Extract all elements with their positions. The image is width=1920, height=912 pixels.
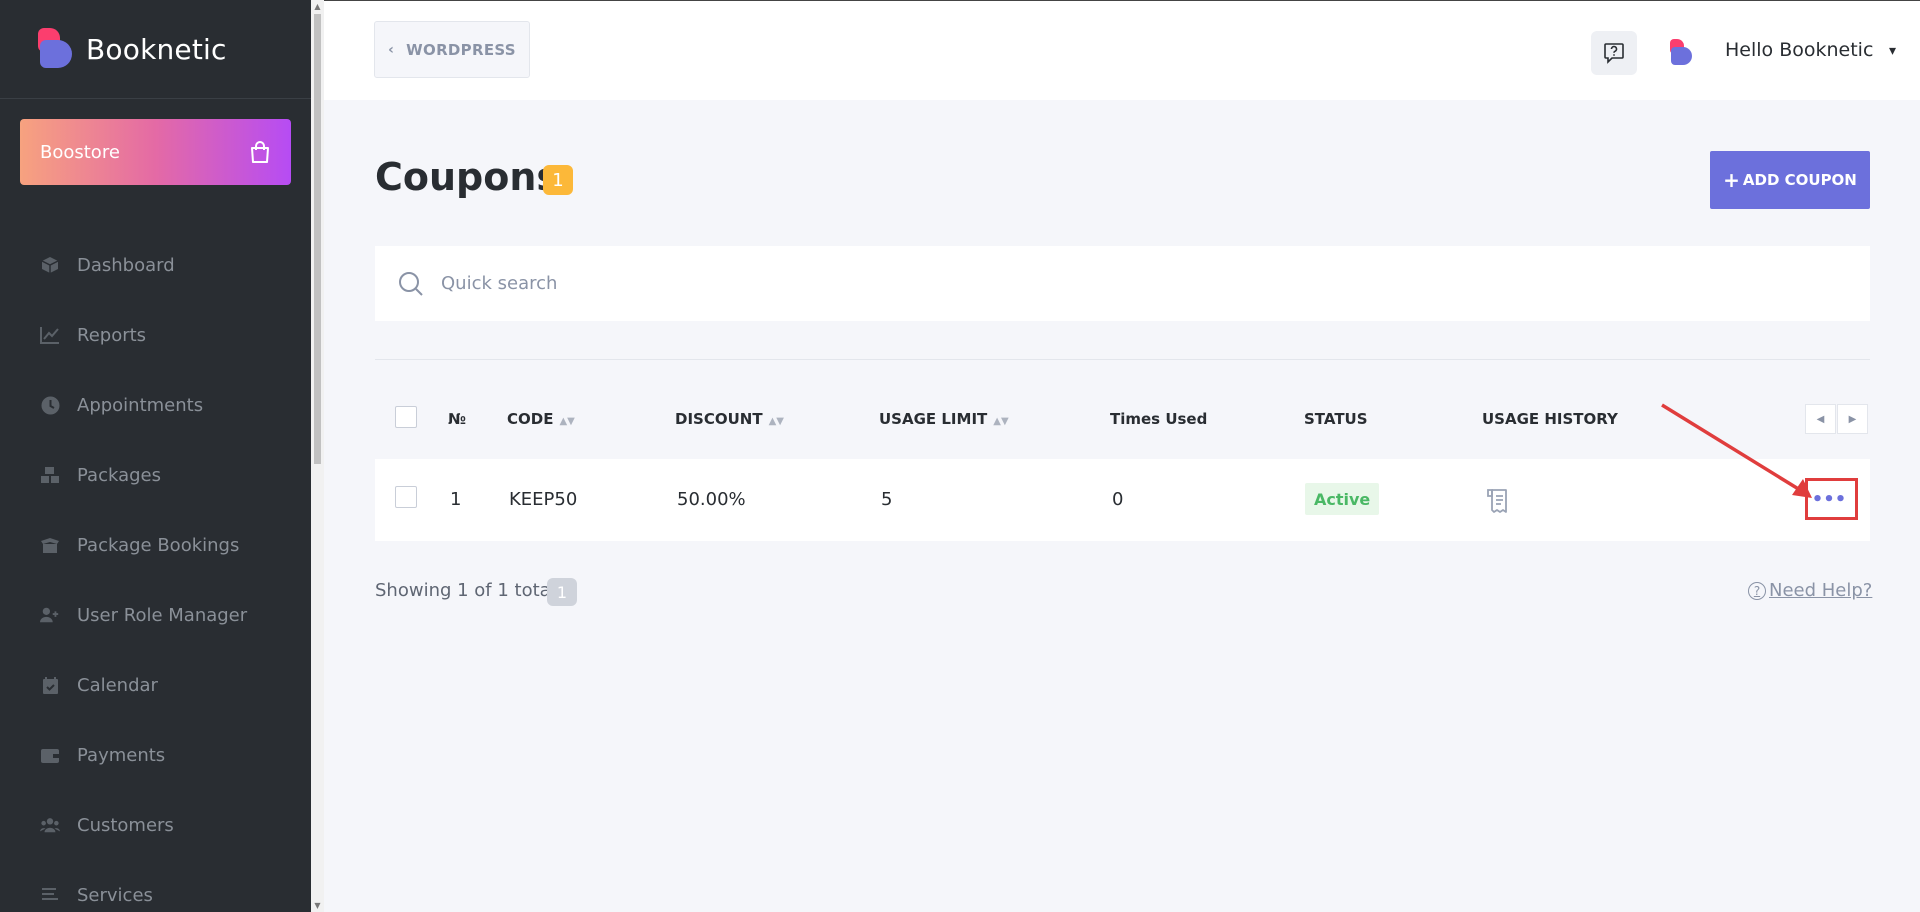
sidebar-item-label: Services — [77, 884, 153, 906]
chevron-down-icon[interactable]: ▾ — [1889, 43, 1896, 59]
sidebar-item-appointments[interactable]: Appointments — [0, 370, 311, 440]
sidebar-item-payments[interactable]: Payments — [0, 720, 311, 790]
column-header-label: USAGE LIMIT — [879, 410, 988, 428]
boxes-icon — [40, 465, 60, 485]
user-avatar[interactable] — [1670, 39, 1692, 65]
search-icon — [399, 271, 423, 296]
caret-right-icon: ▶ — [1848, 413, 1857, 425]
brand-name: Booknetic — [86, 32, 227, 66]
add-coupon-button[interactable]: + ADD COUPON — [1710, 151, 1870, 209]
sidebar-item-label: Reports — [77, 324, 147, 346]
top-bar: ‹ WORDPRESS Hello Booknetic ▾ — [324, 0, 1920, 100]
column-header-usage-history: USAGE HISTORY — [1482, 410, 1618, 428]
sort-icon: ▲▼ — [768, 416, 784, 427]
boostore-button[interactable]: Boostore — [20, 119, 291, 185]
sidebar-item-label: Calendar — [77, 674, 158, 696]
status-badge: Active — [1305, 483, 1380, 515]
sidebar-scrollbar[interactable]: ▲ ▼ — [311, 0, 324, 912]
cell-code: KEEP50 — [509, 489, 578, 510]
sidebar-item-label: User Role Manager — [77, 604, 248, 626]
user-plus-icon — [40, 605, 60, 625]
sidebar-item-reports[interactable]: Reports — [0, 300, 311, 370]
scroll-up-arrow-icon[interactable]: ▲ — [313, 2, 322, 11]
sidebar-item-calendar[interactable]: Calendar — [0, 650, 311, 720]
divider — [375, 359, 1870, 360]
column-header-usage-limit[interactable]: USAGE LIMIT ▲▼ — [879, 410, 1009, 428]
help-chat-button[interactable] — [1591, 31, 1637, 75]
pagination-summary: Showing 1 of 1 total — [375, 580, 556, 601]
add-coupon-label: ADD COUPON — [1742, 171, 1857, 189]
sidebar-nav: Dashboard Reports Appointments Packages … — [0, 230, 311, 912]
shopping-bag-icon — [251, 141, 269, 163]
cell-num: 1 — [450, 489, 462, 510]
select-all-checkbox[interactable] — [395, 406, 417, 428]
chart-line-icon — [40, 325, 60, 345]
plus-icon: + — [1723, 168, 1740, 192]
back-to-wordpress-label: WORDPRESS — [406, 40, 516, 59]
sort-icon: ▲▼ — [993, 416, 1009, 427]
sidebar-item-label: Payments — [77, 744, 166, 766]
question-chat-icon — [1604, 43, 1624, 64]
column-header-code[interactable]: CODE ▲▼ — [507, 410, 575, 428]
sidebar-item-label: Packages — [77, 464, 161, 486]
cell-times-used: 0 — [1112, 489, 1124, 510]
sidebar-item-services[interactable]: Services — [0, 860, 311, 912]
scroll-down-arrow-icon[interactable]: ▼ — [313, 901, 322, 910]
search-bar — [375, 246, 1870, 321]
sidebar-item-customers[interactable]: Customers — [0, 790, 311, 860]
column-header-label: DISCOUNT — [675, 410, 763, 428]
brand[interactable]: Booknetic — [0, 0, 311, 99]
sidebar-item-label: Customers — [77, 814, 174, 836]
receipt-icon[interactable] — [1486, 487, 1512, 515]
need-help-label: Need Help? — [1769, 580, 1873, 601]
row-checkbox[interactable] — [395, 486, 417, 508]
scroll-right-button[interactable]: ▶ — [1837, 404, 1868, 434]
scroll-thumb[interactable] — [314, 14, 321, 464]
question-circle-icon: ? — [1748, 581, 1766, 600]
booknetic-logo-icon — [38, 28, 72, 70]
wallet-icon — [40, 745, 60, 765]
user-menu-name[interactable]: Hello Booknetic — [1725, 39, 1873, 61]
sidebar-item-label: Appointments — [77, 394, 204, 416]
back-to-wordpress-button[interactable]: ‹ WORDPRESS — [374, 21, 530, 78]
need-help-link[interactable]: ? Need Help? — [1748, 580, 1872, 601]
page-title: Coupons — [375, 155, 560, 199]
annotation-arrow-icon — [1661, 403, 1812, 498]
page-number-button[interactable]: 1 — [547, 578, 577, 606]
search-input[interactable] — [441, 273, 1741, 294]
sidebar-item-user-role-manager[interactable]: User Role Manager — [0, 580, 311, 650]
sidebar: Booknetic Boostore Dashboard Reports App… — [0, 0, 311, 912]
sort-icon: ▲▼ — [559, 416, 575, 427]
sidebar-item-package-bookings[interactable]: Package Bookings — [0, 510, 311, 580]
column-header-discount[interactable]: DISCOUNT ▲▼ — [675, 410, 784, 428]
column-header-num: № — [448, 410, 467, 428]
calendar-check-icon — [40, 675, 60, 695]
box-open-icon — [40, 535, 60, 555]
clock-icon — [40, 395, 60, 415]
cell-usage-limit: 5 — [881, 489, 893, 510]
sidebar-item-dashboard[interactable]: Dashboard — [0, 230, 311, 300]
sidebar-item-packages[interactable]: Packages — [0, 440, 311, 510]
boostore-label: Boostore — [40, 141, 120, 163]
sidebar-item-label: Dashboard — [77, 254, 175, 276]
sidebar-item-label: Package Bookings — [77, 534, 240, 556]
cell-discount: 50.00% — [677, 489, 746, 510]
column-header-status: STATUS — [1304, 410, 1368, 428]
column-header-label: CODE — [507, 410, 554, 428]
list-icon — [40, 885, 60, 905]
users-icon — [40, 815, 60, 835]
coupon-count-badge: 1 — [543, 165, 573, 195]
cube-icon — [40, 255, 60, 275]
column-header-times-used: Times Used — [1110, 410, 1208, 428]
chevron-left-icon: ‹ — [388, 41, 395, 58]
